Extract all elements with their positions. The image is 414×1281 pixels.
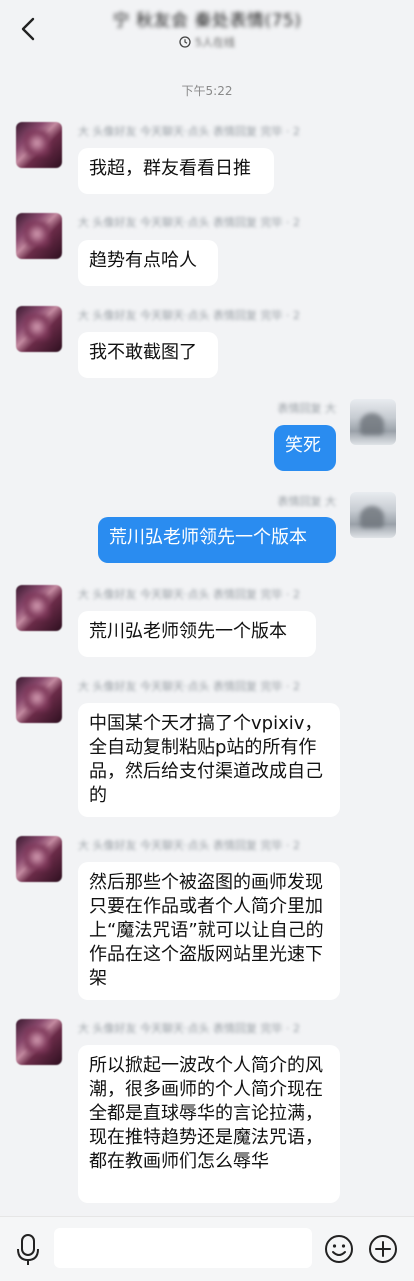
avatar[interactable] (16, 1019, 62, 1065)
avatar[interactable] (16, 836, 62, 882)
microphone-icon (17, 1234, 39, 1265)
sender-name: 大 头像好友 今天聊天·点头 表情回复 完毕 · 2 (78, 125, 300, 138)
message-bubble[interactable]: 中国某个天才搞了个vpixiv，全自动复制粘贴p站的所有作品，然后给支付渠道改成… (78, 703, 340, 817)
group-subtitle: 5人在线 (90, 34, 324, 50)
sender-name: 表情回复 大 (277, 495, 337, 508)
voice-button[interactable] (14, 1233, 42, 1267)
sender-name: 大 头像好友 今天聊天·点头 表情回复 完毕 · 2 (78, 588, 300, 601)
message-bubble[interactable]: 荒川弘老师领先一个版本 (78, 611, 316, 657)
my-avatar[interactable] (350, 492, 396, 538)
message-bubble[interactable]: 我超，群友看看日推 (78, 148, 274, 194)
my-message-bubble[interactable]: 荒川弘老师领先一个版本 (98, 517, 336, 563)
avatar[interactable] (16, 585, 62, 631)
chevron-left-icon (21, 17, 35, 41)
avatar[interactable] (16, 122, 62, 168)
avatar[interactable] (16, 677, 62, 723)
sender-name: 表情回复 大 (277, 402, 337, 415)
online-count: 5人在线 (195, 36, 235, 49)
sender-name: 大 头像好友 今天聊天·点头 表情回复 完毕 · 2 (78, 216, 300, 229)
plus-circle-icon (369, 1235, 397, 1263)
message-bubble[interactable]: 我不敢截图了 (78, 332, 218, 378)
chat-header: 宁 秋友会 秦处表情(75) 5人在线 (0, 0, 414, 62)
message-bubble[interactable]: 所以掀起一波改个人简介的风潮，很多画师的个人简介现在全都是直球辱华的言论拉满，现… (78, 1045, 340, 1203)
message-bubble[interactable]: 趋势有点哈人 (78, 240, 218, 286)
back-button[interactable] (12, 12, 44, 46)
message-input[interactable] (54, 1228, 312, 1268)
smiley-icon (325, 1235, 353, 1263)
sender-name: 大 头像好友 今天聊天·点头 表情回复 完毕 · 2 (78, 1022, 300, 1035)
sender-name: 大 头像好友 今天聊天·点头 表情回复 完毕 · 2 (78, 309, 300, 322)
emoji-button[interactable] (324, 1234, 354, 1264)
chat-title-area[interactable]: 宁 秋友会 秦处表情(75) 5人在线 (90, 6, 324, 50)
my-avatar[interactable] (350, 399, 396, 445)
group-title: 宁 秋友会 秦处表情(75) (112, 11, 302, 31)
message-bubble[interactable]: 然后那些个被盗图的画师发现只要在作品或者个人简介里加上“魔法咒语”就可以让自己的… (78, 862, 340, 1000)
my-message-bubble[interactable]: 笑死 (274, 425, 336, 471)
clock-icon (179, 36, 191, 48)
time-divider: 下午5:22 (181, 84, 233, 98)
input-bar (0, 1216, 414, 1281)
sender-name: 大 头像好友 今天聊天·点头 表情回复 完毕 · 2 (78, 839, 300, 852)
sender-name: 大 头像好友 今天聊天·点头 表情回复 完毕 · 2 (78, 680, 300, 693)
avatar[interactable] (16, 213, 62, 259)
avatar[interactable] (16, 306, 62, 352)
more-button[interactable] (368, 1234, 398, 1264)
